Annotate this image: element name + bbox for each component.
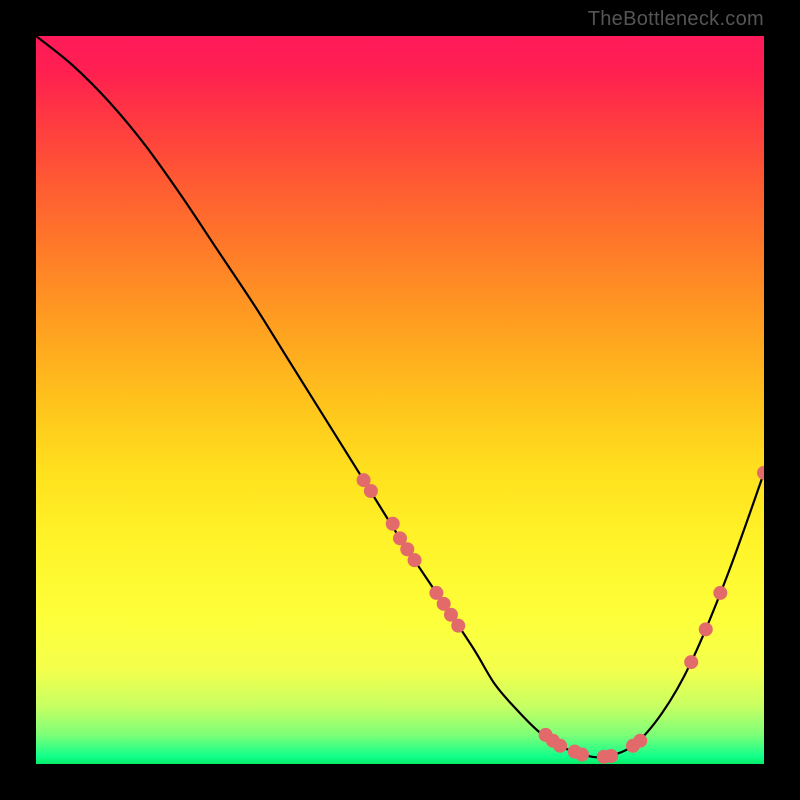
- watermark-text: TheBottleneck.com: [588, 8, 764, 31]
- data-point: [553, 739, 567, 753]
- data-point: [757, 466, 764, 480]
- bottleneck-curve: [36, 36, 764, 757]
- data-point: [408, 553, 422, 567]
- chart-container: TheBottleneck.com: [0, 0, 800, 800]
- data-point: [699, 622, 713, 636]
- chart-svg: [36, 36, 764, 764]
- data-point: [604, 749, 618, 763]
- data-point: [364, 484, 378, 498]
- data-point: [575, 748, 589, 762]
- data-point-markers: [357, 466, 764, 764]
- data-point: [451, 619, 465, 633]
- plot-area: [36, 36, 764, 764]
- data-point: [633, 734, 647, 748]
- data-point: [713, 586, 727, 600]
- data-point: [684, 655, 698, 669]
- data-point: [386, 517, 400, 531]
